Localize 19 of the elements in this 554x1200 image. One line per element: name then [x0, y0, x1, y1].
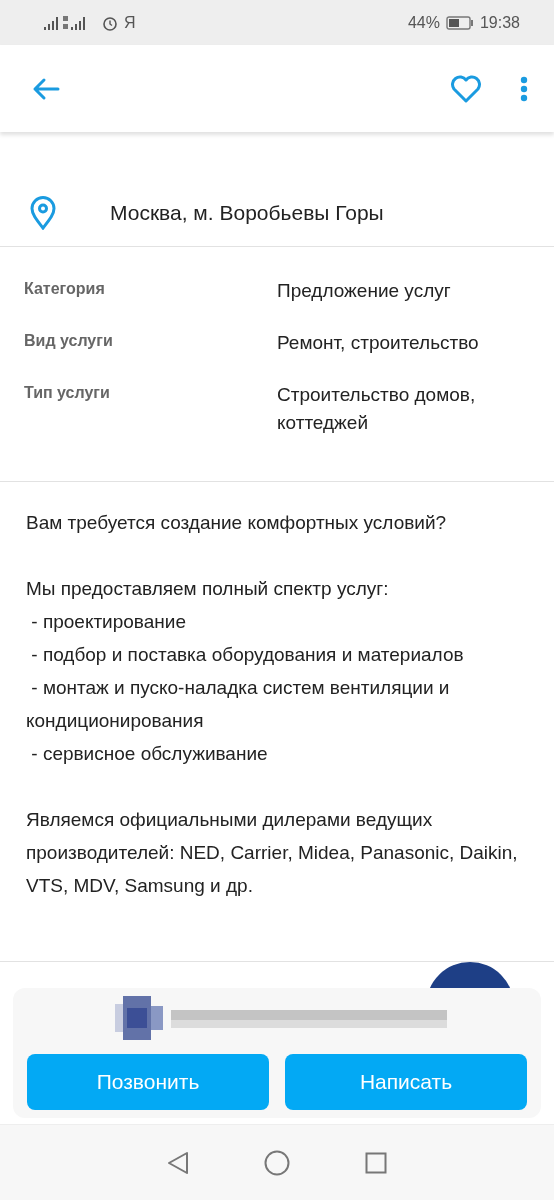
carrier-label: Я [124, 13, 136, 32]
param-value: Строительство домов, коттеджей [277, 383, 477, 435]
contact-button[interactable]: Позвонить [27, 1054, 269, 1110]
param-value: Предложение услуг [277, 279, 452, 303]
param-label: Категория [24, 279, 106, 299]
param-label: Тип услуги [24, 383, 111, 403]
param-value: Ремонт, строительство [277, 331, 480, 355]
description-text: Являемся официальными дилерами ведущих производителей: NED, Carrier, Midea, Panasonic, Daikin, VTS, MDV, Samsung и др. [26, 808, 519, 898]
description-text: - монтаж и пуско-наладка систем вентиляции и кондиционирования [26, 676, 451, 733]
param-label: Вид услуги [24, 331, 114, 351]
description-text: - сервисное обслуживание [30, 742, 269, 766]
battery-percent: 44% [407, 13, 440, 32]
description-text: Мы предоставляем полный спектр услуг: [26, 577, 390, 601]
contact-button[interactable]: Написать [285, 1054, 527, 1110]
clock-time: 19:38 [479, 13, 520, 32]
location-text: Москва, м. Воробьевы Горы [110, 201, 384, 225]
description-text: - проектирование [30, 610, 187, 634]
description-text: Вам требуется создание комфортных условий? [26, 511, 448, 535]
description-text: - подбор и поставка оборудования и материалов [30, 643, 465, 667]
